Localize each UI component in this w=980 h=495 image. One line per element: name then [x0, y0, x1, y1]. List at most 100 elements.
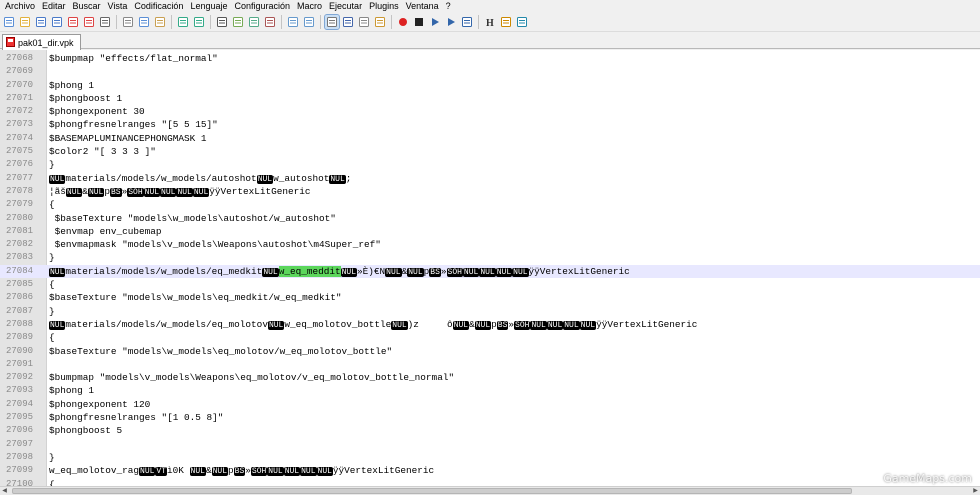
- scroll-left-icon[interactable]: ◀: [0, 487, 9, 495]
- line-text: $bumpmap "effects/flat_normal": [49, 52, 218, 65]
- function-list-icon[interactable]: H: [483, 15, 497, 29]
- copy-icon[interactable]: [137, 15, 151, 29]
- find-icon[interactable]: [215, 15, 229, 29]
- menu-item-macro[interactable]: Macro: [295, 0, 327, 12]
- spell-check-icon[interactable]: [499, 15, 513, 29]
- save-all-icon[interactable]: [50, 15, 64, 29]
- text-segment: p: [491, 318, 497, 330]
- editor-line[interactable]: 27092 $bumpmap "models\v_models\Weapons\e…: [0, 371, 980, 384]
- editor-line[interactable]: 27088 NULmaterials/models/w_models/eq_mol…: [0, 318, 980, 331]
- line-text: $phongexponent 30: [49, 105, 145, 118]
- menu-item-?[interactable]: ?: [444, 0, 456, 12]
- text-segment: }: [49, 305, 55, 317]
- editor-line[interactable]: 27096 $phongboost 5: [0, 424, 980, 437]
- menu-item-vista[interactable]: Vista: [106, 0, 133, 12]
- tab-pak01-dir-vpk[interactable]: pak01_dir.vpk: [2, 34, 81, 50]
- editor-line[interactable]: 27099 w_eq_molotov_ragNUL VTì0K NUL&NULpBS…: [0, 464, 980, 477]
- indent-guide-icon[interactable]: [357, 15, 371, 29]
- scrollbar-thumb[interactable]: [12, 488, 852, 494]
- editor-line[interactable]: 27086 $baseTexture "models\w_models\eq_me…: [0, 291, 980, 304]
- line-number: 27082: [6, 239, 34, 250]
- menu-item-configuración[interactable]: Configuración: [232, 0, 295, 12]
- menu-item-ejecutar[interactable]: Ejecutar: [327, 0, 367, 12]
- editor-line[interactable]: 27073 $phongfresnelranges "[5 5 15]": [0, 118, 980, 131]
- line-text: NULmaterials/models/w_models/eq_molotovN…: [49, 318, 697, 332]
- editor-line[interactable]: 27093 $phong 1: [0, 384, 980, 397]
- scroll-right-icon[interactable]: ▶: [971, 487, 980, 495]
- show-all-chars-icon[interactable]: [341, 15, 355, 29]
- editor-line[interactable]: 27078 ¦ãšNUL&NULpBS»SOH NUL NUL NUL NULÿÿVert…: [0, 185, 980, 198]
- menu-item-editar[interactable]: Editar: [40, 0, 71, 12]
- control-char-badge: NUL: [530, 320, 547, 330]
- editor-line[interactable]: 27075 $color2 "[ 3 3 3 ]": [0, 145, 980, 158]
- play-macro-icon[interactable]: [428, 15, 442, 29]
- word-wrap-icon[interactable]: [324, 13, 340, 30]
- editor-line[interactable]: 27081 $envmap env_cubemap: [0, 225, 980, 238]
- editor-line[interactable]: 27072 $phongexponent 30: [0, 105, 980, 118]
- editor-line[interactable]: 27083}: [0, 251, 980, 264]
- plugin-icon[interactable]: [515, 15, 529, 29]
- run-macro-multiple-icon[interactable]: [444, 15, 458, 29]
- undo-icon[interactable]: [176, 15, 190, 29]
- editor-line[interactable]: 27070 $phong 1: [0, 79, 980, 92]
- zoom-in-icon[interactable]: [247, 15, 261, 29]
- control-char-badge: NUL: [143, 187, 161, 197]
- cut-icon[interactable]: [121, 15, 135, 29]
- selected-text: w_eq_meddit: [278, 265, 341, 277]
- sync-horizontal-icon[interactable]: [302, 15, 316, 29]
- redo-icon[interactable]: [192, 15, 206, 29]
- editor-line[interactable]: 27089 {: [0, 331, 980, 344]
- editor-line[interactable]: 27091: [0, 358, 980, 371]
- editor-line[interactable]: 27090 $baseTexture "models\w_models\eq_mo…: [0, 345, 980, 358]
- save-macro-icon[interactable]: [460, 15, 474, 29]
- editor-line[interactable]: 27069: [0, 65, 980, 78]
- line-number: 27074: [6, 132, 34, 143]
- editor-line[interactable]: 27098}: [0, 451, 980, 464]
- editor-line[interactable]: 27079 {: [0, 198, 980, 211]
- stop-record-icon[interactable]: [412, 15, 426, 29]
- control-char-badge: BS: [109, 187, 122, 197]
- editor-line[interactable]: 27076}: [0, 158, 980, 171]
- menu-item-archivo[interactable]: Archivo: [3, 0, 40, 12]
- doc-map-icon[interactable]: [373, 15, 387, 29]
- replace-icon[interactable]: [231, 15, 245, 29]
- editor-line[interactable]: 27068 $bumpmap "effects/flat_normal": [0, 52, 980, 65]
- line-number: 27093: [6, 385, 34, 396]
- editor-line[interactable]: 27097: [0, 438, 980, 451]
- text-segment: $phongfresnelranges "[5 5 15]": [49, 119, 218, 131]
- editor-line[interactable]: 27085 {: [0, 278, 980, 291]
- print-icon[interactable]: [98, 15, 112, 29]
- close-icon[interactable]: [66, 15, 80, 29]
- line-text: $phong 1: [49, 79, 94, 92]
- editor-line[interactable]: 27100 {: [0, 478, 980, 487]
- paste-icon[interactable]: [153, 15, 167, 29]
- control-char-badge: SOH: [127, 187, 144, 197]
- editor-line[interactable]: 27087}: [0, 305, 980, 318]
- text-segment: materials/models/w_models/eq_molotov: [65, 318, 268, 330]
- menu-item-codificación[interactable]: Codificación: [132, 0, 188, 12]
- horizontal-scrollbar[interactable]: ◀ ▶: [0, 486, 980, 495]
- editor-line[interactable]: 27080 $baseTexture "models\w_models\auto…: [0, 212, 980, 225]
- menu-item-ventana[interactable]: Ventana: [404, 0, 444, 12]
- record-macro-icon[interactable]: [396, 15, 410, 29]
- menu-item-buscar[interactable]: Buscar: [71, 0, 106, 12]
- text-segment: {: [49, 199, 55, 211]
- menu-item-lenguaje[interactable]: Lenguaje: [188, 0, 232, 12]
- open-file-icon[interactable]: [18, 15, 32, 29]
- editor-line[interactable]: 27077 NULmaterials/models/w_models/autosh…: [0, 172, 980, 185]
- editor-line[interactable]: 27094 $phongexponent 120: [0, 398, 980, 411]
- editor-line[interactable]: 27074 $BASEMAPLUMINANCEPHONGMASK 1: [0, 132, 980, 145]
- new-file-icon[interactable]: [2, 15, 16, 29]
- editor-line[interactable]: 27095 $phongfresnelranges "[1 0.5 8]": [0, 411, 980, 424]
- control-char-badge: BS: [496, 320, 509, 330]
- editor-line[interactable]: 27082 $envmapmask "models\v_models\Weapo…: [0, 238, 980, 251]
- text-editor[interactable]: 27068 $bumpmap "effects/flat_normal" 27069…: [0, 50, 980, 486]
- sync-vertical-icon[interactable]: [286, 15, 300, 29]
- text-segment: w_eq_molotov_rag: [49, 465, 140, 477]
- menu-item-plugins[interactable]: Plugins: [367, 0, 404, 12]
- close-all-icon[interactable]: [82, 15, 96, 29]
- editor-line[interactable]: 27071 $phongboost 1: [0, 92, 980, 105]
- editor-line[interactable]: 27084 NULmaterials/models/w_models/eq_med…: [0, 264, 980, 279]
- save-icon[interactable]: [34, 15, 48, 29]
- zoom-out-icon[interactable]: [263, 15, 277, 29]
